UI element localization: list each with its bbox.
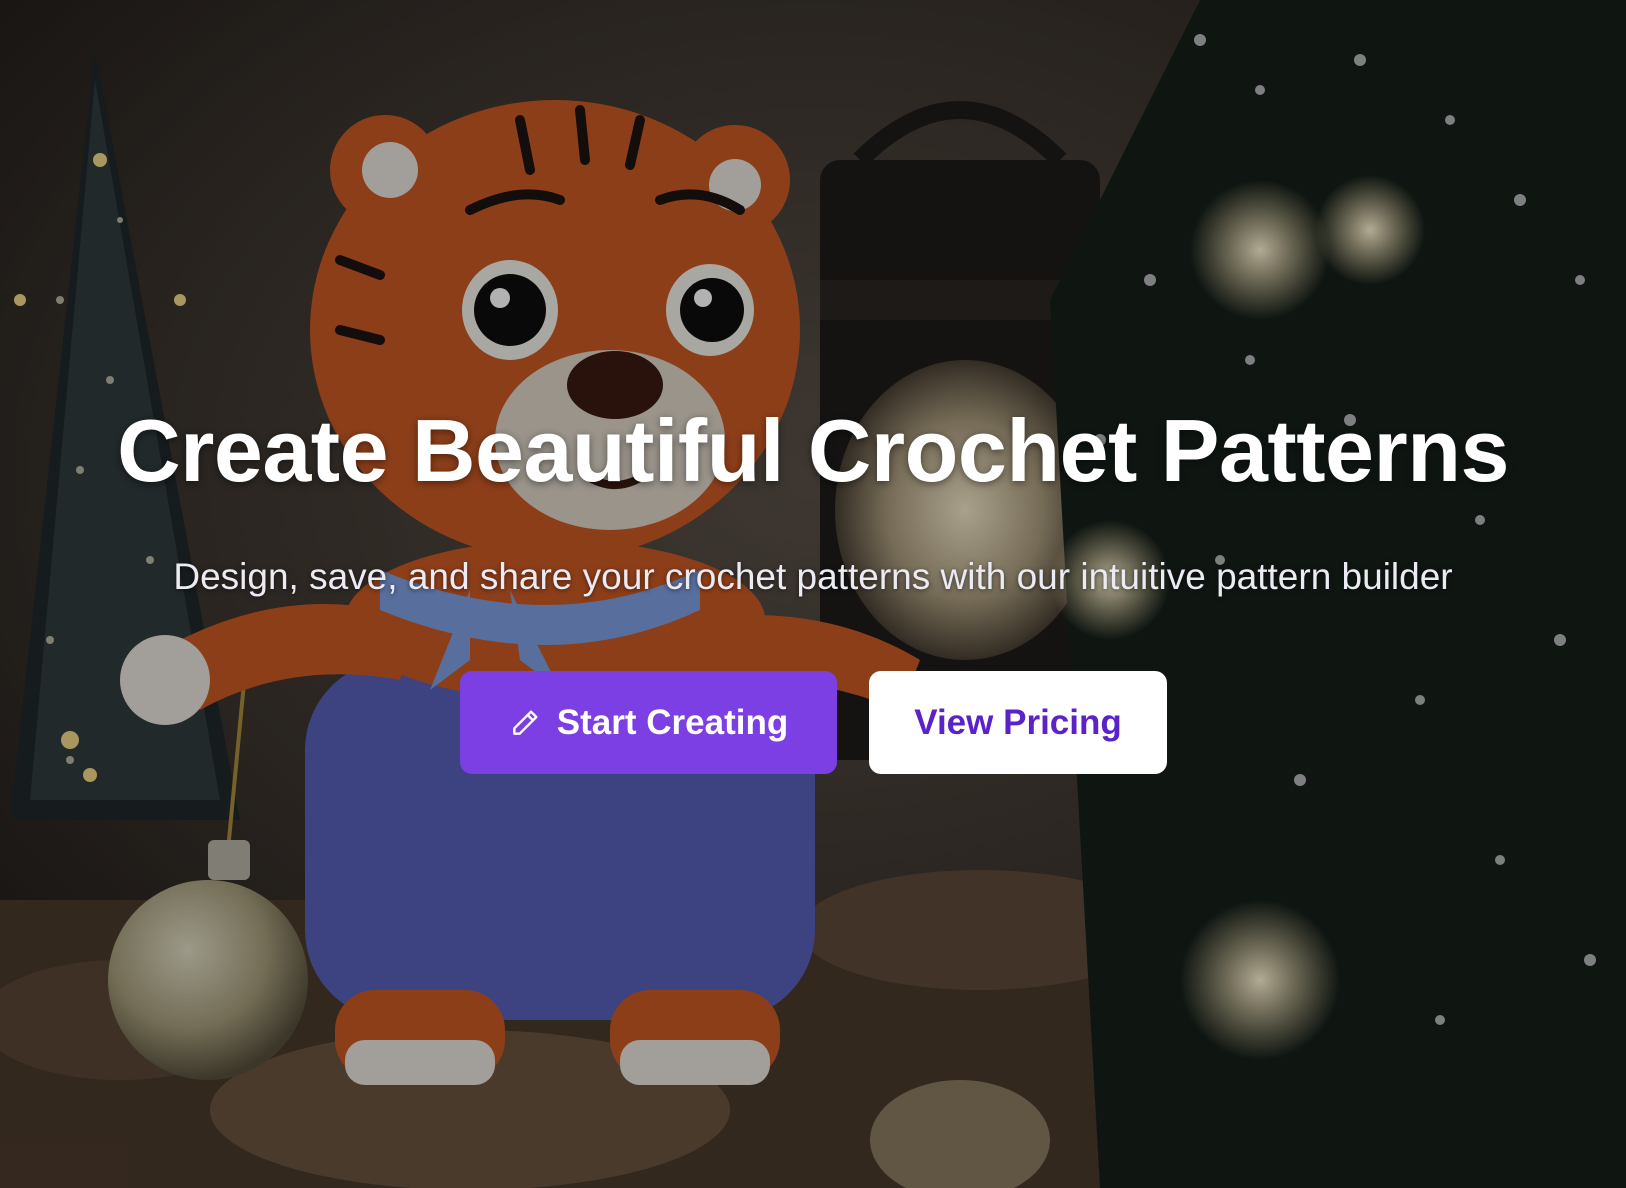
- hero-subtitle: Design, save, and share your crochet pat…: [173, 556, 1453, 597]
- hero-title: Create Beautiful Crochet Patterns: [117, 401, 1509, 500]
- view-pricing-button[interactable]: View Pricing: [869, 671, 1167, 774]
- hero-section: Create Beautiful Crochet Patterns Design…: [0, 0, 1626, 1188]
- pencil-icon: [509, 707, 541, 739]
- start-creating-button[interactable]: Start Creating: [460, 671, 837, 774]
- view-pricing-label: View Pricing: [914, 702, 1122, 742]
- start-creating-label: Start Creating: [556, 702, 789, 742]
- cta-button-group: Start Creating View Pricing: [460, 671, 1167, 774]
- hero-content: Create Beautiful Crochet Patterns Design…: [0, 0, 1626, 1188]
